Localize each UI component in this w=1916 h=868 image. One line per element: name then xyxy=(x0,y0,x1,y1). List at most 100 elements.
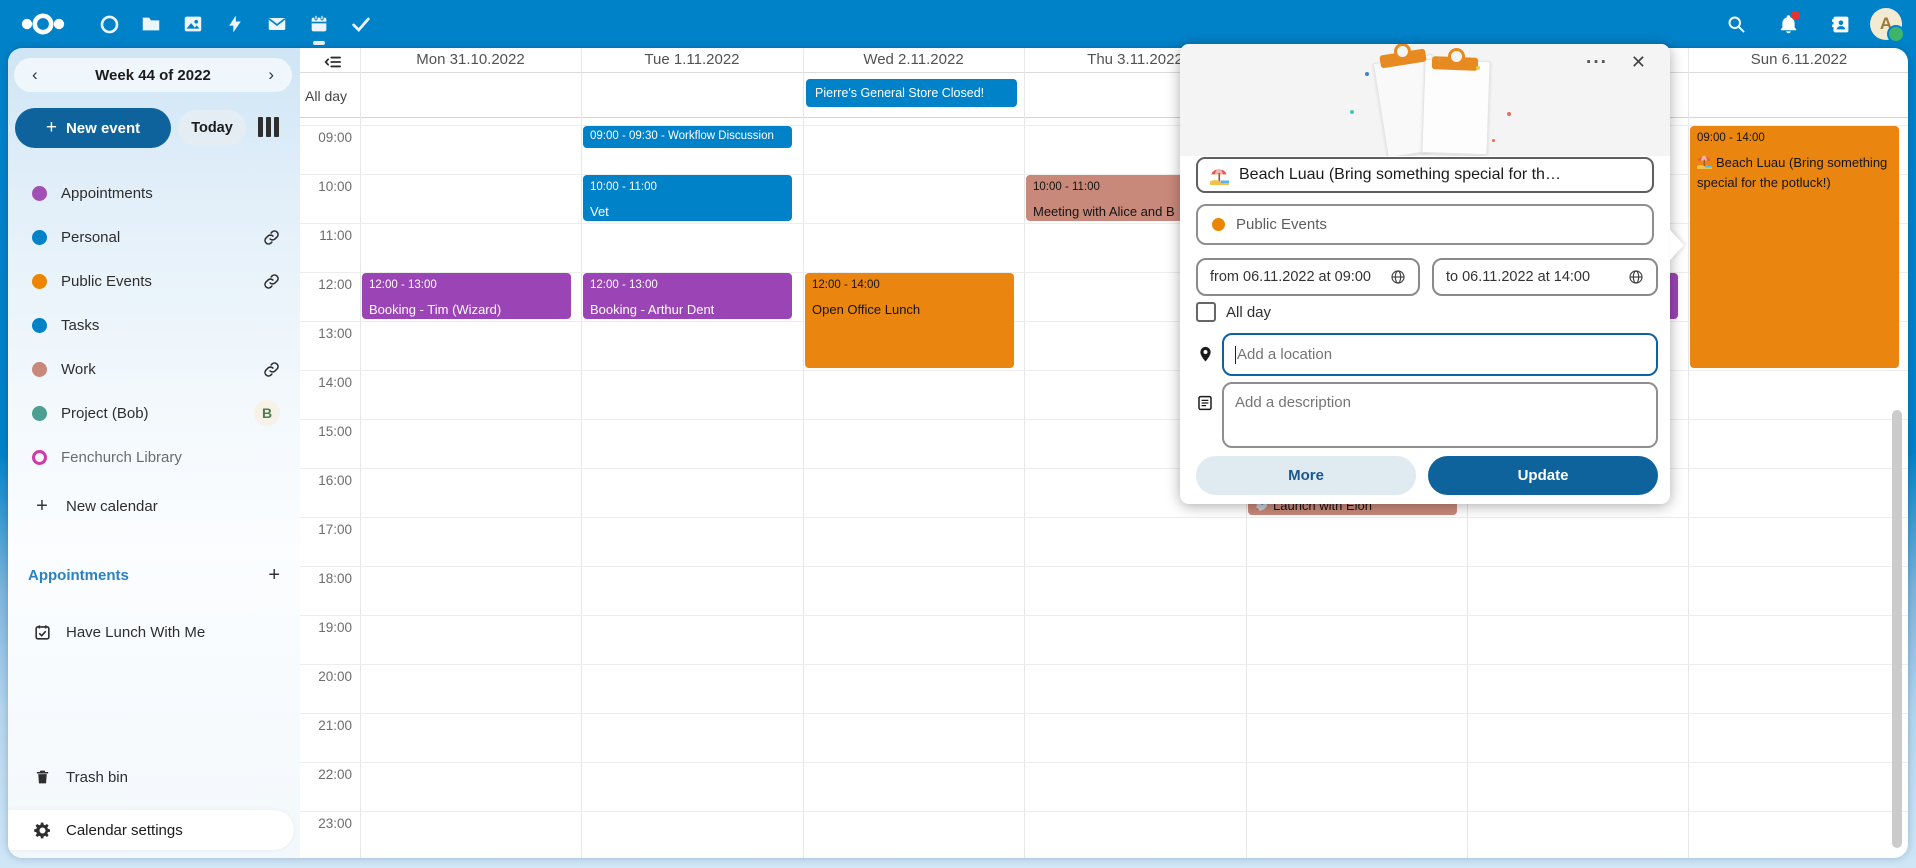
event[interactable]: 10:00 - 11:00 Vet xyxy=(583,175,792,221)
appointments-heading: Appointments + xyxy=(28,564,280,587)
event-time: 12:00 - 13:00 xyxy=(590,277,785,293)
calendar-icon[interactable] xyxy=(298,0,340,48)
contacts-icon[interactable] xyxy=(1818,0,1862,48)
end-datetime-field[interactable]: to 06.11.2022 at 14:00 xyxy=(1432,258,1658,296)
event-title: Vet xyxy=(590,202,785,221)
share-link-icon[interactable] xyxy=(263,273,280,290)
hour-line xyxy=(300,664,1908,665)
sidebar-calendar-personal[interactable]: Personal xyxy=(8,217,300,257)
calendar-color-dot[interactable] xyxy=(32,406,47,421)
calendar-select[interactable]: Public Events xyxy=(1196,204,1654,245)
event-title: Open Office Lunch xyxy=(812,300,1007,320)
today-button[interactable]: Today xyxy=(178,110,246,146)
calendar-color-dot xyxy=(1212,218,1225,231)
calendar-label: Appointments xyxy=(61,185,153,202)
nextcloud-logo[interactable] xyxy=(12,9,74,39)
hour-label: 15:00 xyxy=(300,424,352,439)
calendar-color-dot[interactable] xyxy=(32,186,47,201)
appointment-item[interactable]: Have Lunch With Me xyxy=(8,614,300,650)
photos-icon[interactable] xyxy=(172,0,214,48)
trash-bin-button[interactable]: Trash bin xyxy=(8,759,300,795)
activity-icon[interactable] xyxy=(214,0,256,48)
event-title: Booking - Tim (Wizard) xyxy=(369,300,564,319)
allday-checkbox[interactable]: All day xyxy=(1196,302,1271,322)
calendar-label: Public Events xyxy=(61,273,152,290)
sidebar-calendar-project-bob-[interactable]: Project (Bob)B xyxy=(8,393,300,433)
calendar-label: Fenchurch Library xyxy=(61,449,182,466)
calendar-color-dot[interactable] xyxy=(32,274,47,289)
event-title-input[interactable]: Beach Luau (Bring something special for … xyxy=(1196,157,1654,193)
hour-label: 16:00 xyxy=(300,473,352,488)
hour-line xyxy=(300,615,1908,616)
dashboard-icon[interactable] xyxy=(88,0,130,48)
sidebar-calendar-tasks[interactable]: Tasks xyxy=(8,305,300,345)
event[interactable]: 12:00 - 13:00 Booking - Tim (Wizard) xyxy=(362,273,571,319)
avatar[interactable]: A xyxy=(1870,8,1902,40)
mail-icon[interactable] xyxy=(256,0,298,48)
more-button[interactable]: More xyxy=(1196,456,1416,495)
event-time: 12:00 - 13:00 xyxy=(369,277,564,293)
vertical-scrollbar[interactable] xyxy=(1892,410,1902,848)
sidebar-calendar-appointments[interactable]: Appointments xyxy=(8,173,300,213)
column-divider xyxy=(360,48,361,858)
share-link-icon[interactable] xyxy=(263,361,280,378)
sidebar-calendar-public-events[interactable]: Public Events xyxy=(8,261,300,301)
checkbox-unchecked[interactable] xyxy=(1196,302,1216,322)
sidebar-calendar-fenchurch-library[interactable]: Fenchurch Library xyxy=(8,437,300,477)
tasks-icon[interactable] xyxy=(340,0,382,48)
event-title: Booking - Arthur Dent xyxy=(590,300,785,319)
calendar-settings-button[interactable]: Calendar settings xyxy=(8,810,294,850)
column-divider xyxy=(581,48,582,858)
hour-label: 23:00 xyxy=(300,816,352,831)
sidebar-calendar-work[interactable]: Work xyxy=(8,349,300,389)
new-calendar-button[interactable]: + New calendar xyxy=(8,488,300,524)
notifications-icon[interactable] xyxy=(1766,0,1810,48)
event[interactable]: 09:00 - 14:00Beach Luau (Bring something… xyxy=(1690,126,1899,368)
timezone-globe-icon[interactable] xyxy=(1390,269,1406,285)
calendar-color-dot[interactable] xyxy=(32,318,47,333)
calendar-color-dot[interactable] xyxy=(32,450,47,465)
popup-illustration: ··· ✕ + xyxy=(1180,44,1670,156)
plus-icon: + xyxy=(46,117,57,139)
calendar-label: Personal xyxy=(61,229,120,246)
event-title-value: Beach Luau (Bring something special for … xyxy=(1239,166,1561,184)
event[interactable]: 12:00 - 13:00 Booking - Arthur Dent xyxy=(583,273,792,319)
share-link-icon[interactable] xyxy=(263,229,280,246)
new-event-button[interactable]: + New event xyxy=(15,108,171,148)
search-icon[interactable] xyxy=(1714,0,1758,48)
day-header: Wed 2.11.2022 xyxy=(803,51,1024,70)
calendar-label: Project (Bob) xyxy=(61,405,149,422)
update-button[interactable]: Update xyxy=(1428,456,1658,495)
event[interactable]: 12:00 - 14:00Open Office Lunch xyxy=(805,273,1014,368)
calendar-color-dot[interactable] xyxy=(32,362,47,377)
calendar-check-icon xyxy=(32,623,52,642)
view-columns-icon[interactable] xyxy=(258,117,279,137)
allday-event[interactable]: Pierre's General Store Closed! xyxy=(806,79,1017,107)
next-week-button[interactable]: › xyxy=(264,65,278,85)
close-icon[interactable]: ✕ xyxy=(1631,52,1646,73)
description-input[interactable]: Add a description xyxy=(1222,382,1658,448)
sidebar: ‹ Week 44 of 2022 › + New event Today Ap… xyxy=(8,48,300,858)
hour-label: 09:00 xyxy=(300,130,352,145)
location-input[interactable]: Add a location xyxy=(1222,333,1658,376)
more-options-icon[interactable]: ··· xyxy=(1586,52,1608,74)
add-appointment-button[interactable]: + xyxy=(268,564,280,587)
files-icon[interactable] xyxy=(130,0,172,48)
allday-row-label: All day xyxy=(305,88,347,104)
hour-label: 19:00 xyxy=(300,620,352,635)
calendar-label: Work xyxy=(61,361,96,378)
previous-week-button[interactable]: ‹ xyxy=(28,65,42,85)
hour-line xyxy=(300,762,1908,763)
hour-label: 11:00 xyxy=(300,228,352,243)
location-pin-icon xyxy=(1194,344,1216,364)
timezone-globe-icon[interactable] xyxy=(1628,269,1644,285)
event-time: 10:00 - 11:00 xyxy=(590,179,785,195)
hour-line xyxy=(300,811,1908,812)
start-datetime-field[interactable]: from 06.11.2022 at 09:00 xyxy=(1196,258,1420,296)
beach-umbrella-icon xyxy=(1210,166,1229,185)
notification-badge xyxy=(1791,11,1800,20)
hour-label: 20:00 xyxy=(300,669,352,684)
hour-label: 18:00 xyxy=(300,571,352,586)
event[interactable]: 09:00 - 09:30 - Workflow Discussion xyxy=(583,126,792,148)
calendar-color-dot[interactable] xyxy=(32,230,47,245)
